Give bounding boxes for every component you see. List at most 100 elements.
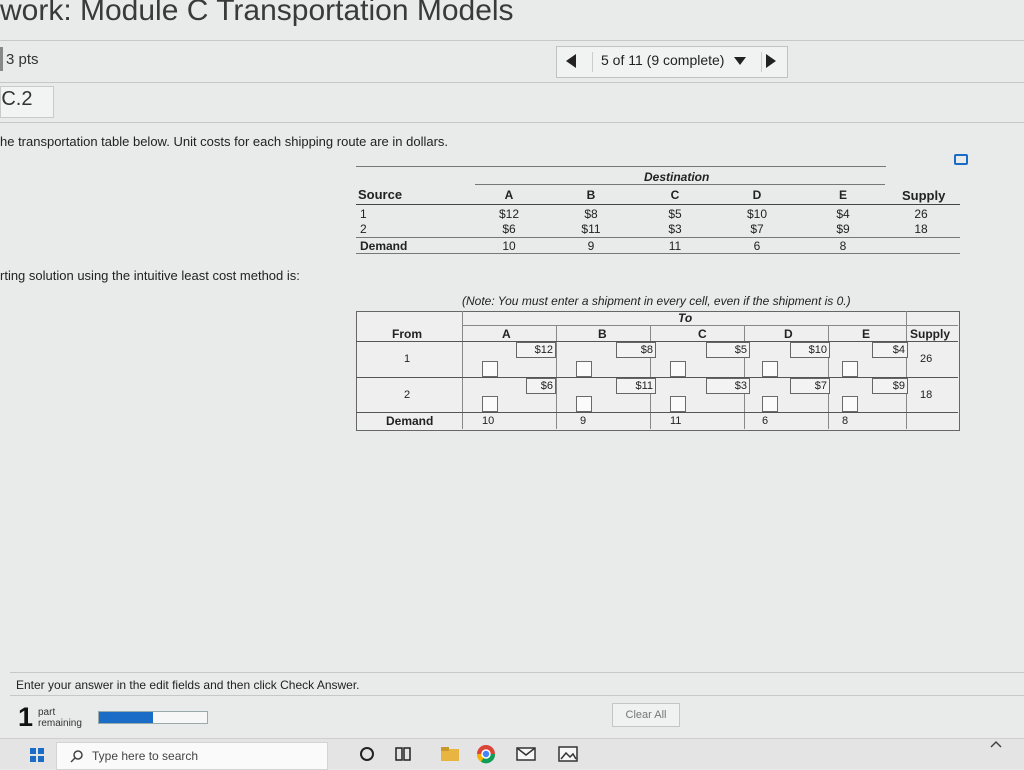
cost-2-c: $3 [668,222,682,236]
shipment-input-2-b[interactable] [576,396,592,412]
caret-down-icon [734,57,747,66]
mail-icon[interactable] [516,745,536,763]
file-explorer-icon[interactable] [440,745,460,763]
cost-2-d: $7 [750,222,764,236]
divider [0,40,1024,41]
table-rule [356,166,886,167]
points-marker [0,47,3,71]
grid-row-label-2: 2 [404,389,411,401]
search-icon [70,750,83,763]
parts-remaining-count: 1 [18,702,34,732]
grid-cost-1-d: $10 [790,342,830,358]
col-header-e: E [838,188,847,202]
cost-2-e: $9 [836,222,850,236]
shipment-input-2-d[interactable] [762,396,778,412]
shipment-input-1-e[interactable] [842,361,858,377]
chevron-up-icon[interactable] [990,740,1002,748]
grid-cost-2-d: $7 [790,378,830,394]
grid-col-e: E [862,327,871,341]
col-header-b: B [586,188,596,202]
shipment-input-1-d[interactable] [762,361,778,377]
grid-col-d: D [784,327,793,341]
grid-demand-label: Demand [386,414,434,428]
shipment-input-1-c[interactable] [670,361,686,377]
chrome-icon[interactable] [476,744,496,764]
table-rule [356,237,960,238]
points-label: 3 pts [6,51,39,68]
question-prompt-2: rting solution using the intuitive least… [0,268,300,283]
grid-demand-c: 11 [670,415,682,427]
next-question-button[interactable] [766,54,776,68]
windows-start-icon[interactable] [30,748,44,762]
clear-all-button[interactable]: Clear All [612,703,680,727]
taskbar-search-placeholder: Type here to search [92,749,199,763]
grid-supply-header: Supply [910,327,951,341]
expand-icon[interactable] [954,154,968,165]
cost-1-b: $8 [584,207,598,221]
demand-d: 6 [753,239,761,253]
cost-2-b: $11 [581,222,601,236]
grid-demand-d: 6 [762,415,769,427]
shipment-input-1-b[interactable] [576,361,592,377]
shipment-input-2-c[interactable] [670,396,686,412]
shipment-input-2-a[interactable] [482,396,498,412]
grid-col-b: B [598,327,607,341]
cost-1-a: $12 [498,207,520,221]
grid-demand-a: 10 [482,415,495,427]
demand-e: 8 [839,239,847,253]
shipment-input-1-a[interactable] [482,361,498,377]
cost-1-e: $4 [836,207,850,221]
grid-supply-1: 26 [920,353,933,365]
col-header-d: D [752,188,762,202]
divider [10,695,1024,696]
previous-question-button[interactable] [566,54,576,68]
divider [0,82,1024,83]
question-selector[interactable]: 5 of 11 (9 complete) [592,52,762,72]
grid-cost-1-e: $4 [872,342,908,358]
cost-1-c: $5 [668,207,682,221]
question-id: C.2 [1,88,33,110]
grid-col-a: A [502,327,511,341]
grid-supply-2: 18 [920,389,933,401]
page-title: work: Module C Transportation Models [0,0,514,27]
supply-header: Supply [902,188,946,203]
instructions-text: Enter your answer in the edit fields and… [16,678,360,692]
demand-label: Demand [360,239,408,253]
progress-bar-fill [99,712,153,723]
grid-cost-1-a: $12 [516,342,556,358]
grid-cost-2-c: $3 [706,378,750,394]
grid-row-label-1: 1 [404,353,411,365]
photos-icon[interactable] [558,745,578,763]
source-header: Source [358,187,403,202]
task-view-icon[interactable] [394,745,412,763]
note-text: (Note: You must enter a shipment in ever… [462,294,851,308]
table-rule [356,253,960,254]
cost-2-a: $6 [502,222,516,236]
from-header: From [392,327,422,341]
shipment-input-2-e[interactable] [842,396,858,412]
cortana-icon[interactable] [358,745,376,763]
col-header-c: C [670,188,680,202]
grid-cost-2-a: $6 [526,378,556,394]
grid-demand-b: 9 [580,415,587,427]
row-label-1: 1 [360,207,367,221]
parts-remaining-label: part remaining [38,707,82,729]
table-rule [356,204,960,205]
demand-a: 10 [502,239,516,253]
grid-cost-2-e: $9 [872,378,908,394]
cost-1-d: $10 [746,207,768,221]
demand-b: 9 [587,239,595,253]
demand-c: 11 [668,239,682,253]
table-rule [475,184,885,185]
grid-line [356,341,958,342]
question-prompt: he transportation table below. Unit cost… [0,134,449,149]
supply-2: 18 [914,222,928,236]
divider [0,122,1024,123]
grid-line [356,377,958,378]
grid-col-c: C [698,327,707,341]
divider [10,672,1024,673]
supply-1: 26 [914,207,928,221]
col-header-a: A [504,188,514,202]
grid-cost-2-b: $11 [616,378,656,394]
row-label-2: 2 [360,222,367,236]
